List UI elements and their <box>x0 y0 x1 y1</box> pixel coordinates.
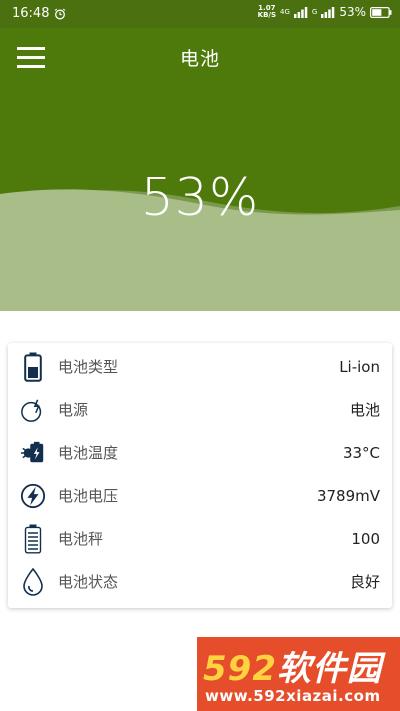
alarm-clock-icon <box>55 8 66 19</box>
watermark-url: www.592xiazai.com <box>205 687 381 705</box>
info-row-power-source: 电源 电池 <box>8 388 392 431</box>
battery-percent: 53% <box>140 168 260 228</box>
network-speed: 1.07 KB/S <box>257 4 276 19</box>
watermark-brand: 592软件园 <box>203 649 382 689</box>
network-type-1: 4G <box>280 8 290 16</box>
battery-icon <box>370 6 392 18</box>
status-battery-text: 53% <box>339 5 366 19</box>
signal-bars-icon <box>321 6 335 18</box>
status-bar: 16:48 1.07 KB/S 4G G 53% <box>0 0 400 28</box>
battery-scale-icon <box>20 524 46 554</box>
info-row-voltage: 电池电压 3789mV <box>8 474 392 517</box>
page-title: 电池 <box>179 48 220 70</box>
battery-hero: 电池 53% <box>0 28 400 311</box>
info-row-temperature: 电池温度 33°C <box>8 431 392 474</box>
battery-health-icon <box>20 567 46 597</box>
site-watermark: 592软件园 www.592xiazai.com <box>197 637 400 711</box>
power-source-icon <box>20 395 46 425</box>
battery-type-icon <box>20 352 46 382</box>
status-time: 16:48 <box>12 6 50 21</box>
battery-info-card: 电池类型 Li-ion 电源 电池 电池温度 33°C 电池电压 3789mV … <box>8 343 392 608</box>
temperature-icon <box>20 438 46 468</box>
network-type-2: G <box>311 8 318 16</box>
signal-bars-icon <box>293 6 308 18</box>
info-row-battery-health: 电池状态 良好 <box>8 560 392 603</box>
voltage-icon <box>20 481 46 511</box>
info-row-battery-scale: 电池秤 100 <box>8 517 392 560</box>
info-row-battery-type: 电池类型 Li-ion <box>8 345 392 388</box>
